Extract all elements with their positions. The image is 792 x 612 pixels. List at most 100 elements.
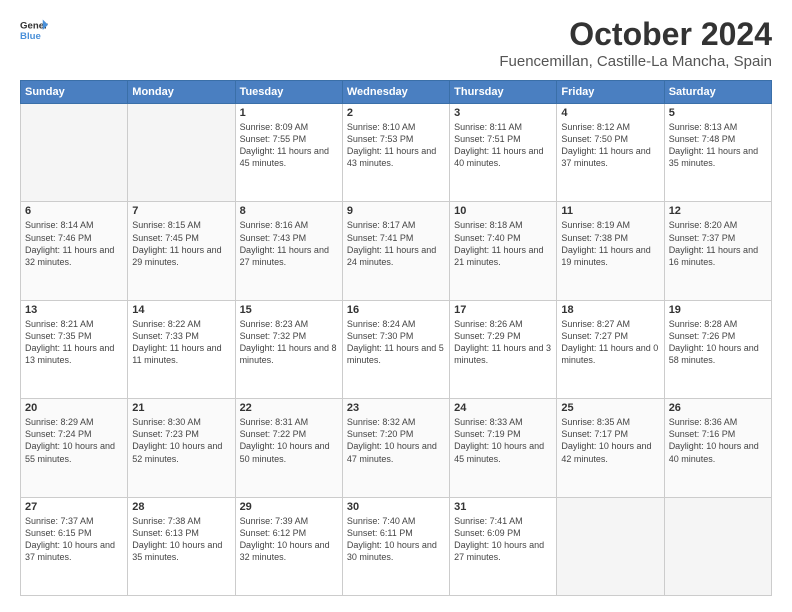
week-row-1: 1 Sunrise: 8:09 AM Sunset: 7:55 PM Daylig… xyxy=(21,104,772,202)
day-number: 2 xyxy=(347,107,445,119)
calendar-cell: 20 Sunrise: 8:29 AM Sunset: 7:24 PM Dayli… xyxy=(21,399,128,497)
calendar-cell: 6Sunrise: 8:14 AM Sunset: 7:46 PM Daylig… xyxy=(21,202,128,300)
day-info: Sunrise: 8:18 AM Sunset: 7:40 PM Dayligh… xyxy=(454,219,552,268)
calendar-cell: 30 Sunrise: 7:40 AM Sunset: 6:11 PM Dayli… xyxy=(342,497,449,595)
day-info: Sunrise: 8:12 AM Sunset: 7:50 PM Dayligh… xyxy=(561,121,659,170)
calendar-cell: 14Sunrise: 8:22 AM Sunset: 7:33 PM Dayli… xyxy=(128,300,235,398)
month-title: October 2024 xyxy=(499,16,772,53)
day-number: 17 xyxy=(454,304,552,316)
day-number: 26 xyxy=(669,402,767,414)
calendar-cell xyxy=(664,497,771,595)
calendar-cell: 24 Sunrise: 8:33 AM Sunset: 7:19 PM Dayli… xyxy=(450,399,557,497)
calendar-cell: 16 Sunrise: 8:24 AM Sunset: 7:30 PM Dayli… xyxy=(342,300,449,398)
calendar-cell: 8Sunrise: 8:16 AM Sunset: 7:43 PM Daylig… xyxy=(235,202,342,300)
calendar-cell: 7Sunrise: 8:15 AM Sunset: 7:45 PM Daylig… xyxy=(128,202,235,300)
logo: General Blue xyxy=(20,16,48,44)
day-info: Sunrise: 8:11 AM Sunset: 7:51 PM Dayligh… xyxy=(454,121,552,170)
day-info: Sunrise: 8:30 AM Sunset: 7:23 PM Dayligh… xyxy=(132,416,230,465)
calendar-cell: 31 Sunrise: 7:41 AM Sunset: 6:09 PM Dayli… xyxy=(450,497,557,595)
calendar-cell: 26 Sunrise: 8:36 AM Sunset: 7:16 PM Dayli… xyxy=(664,399,771,497)
calendar-cell: 29 Sunrise: 7:39 AM Sunset: 6:12 PM Dayli… xyxy=(235,497,342,595)
day-info: Sunrise: 8:13 AM Sunset: 7:48 PM Dayligh… xyxy=(669,121,767,170)
calendar-cell: 9Sunrise: 8:17 AM Sunset: 7:41 PM Daylig… xyxy=(342,202,449,300)
calendar-cell: 4 Sunrise: 8:12 AM Sunset: 7:50 PM Daylig… xyxy=(557,104,664,202)
day-number: 5 xyxy=(669,107,767,119)
day-info: Sunrise: 8:09 AM Sunset: 7:55 PM Dayligh… xyxy=(240,121,338,170)
day-number: 23 xyxy=(347,402,445,414)
col-wednesday: Wednesday xyxy=(342,81,449,104)
day-number: 21 xyxy=(132,402,230,414)
day-info: Sunrise: 8:35 AM Sunset: 7:17 PM Dayligh… xyxy=(561,416,659,465)
day-info: Sunrise: 8:21 AM Sunset: 7:35 PM Dayligh… xyxy=(25,318,123,367)
day-number: 24 xyxy=(454,402,552,414)
svg-text:Blue: Blue xyxy=(20,31,41,42)
day-number: 14 xyxy=(132,304,230,316)
day-number: 27 xyxy=(25,501,123,513)
calendar-cell: 12 Sunrise: 8:20 AM Sunset: 7:37 PM Dayli… xyxy=(664,202,771,300)
day-info: Sunrise: 8:14 AM Sunset: 7:46 PM Dayligh… xyxy=(25,219,123,268)
day-info: Sunrise: 8:36 AM Sunset: 7:16 PM Dayligh… xyxy=(669,416,767,465)
calendar-cell xyxy=(557,497,664,595)
calendar-cell: 1 Sunrise: 8:09 AM Sunset: 7:55 PM Daylig… xyxy=(235,104,342,202)
calendar-header-row: Sunday Monday Tuesday Wednesday Thursday… xyxy=(21,81,772,104)
calendar-cell: 23 Sunrise: 8:32 AM Sunset: 7:20 PM Dayli… xyxy=(342,399,449,497)
calendar-cell: 11 Sunrise: 8:19 AM Sunset: 7:38 PM Dayli… xyxy=(557,202,664,300)
day-info: Sunrise: 8:20 AM Sunset: 7:37 PM Dayligh… xyxy=(669,219,767,268)
day-number: 9 xyxy=(347,205,445,217)
day-info: Sunrise: 7:40 AM Sunset: 6:11 PM Dayligh… xyxy=(347,515,445,564)
calendar-cell: 13 Sunrise: 8:21 AM Sunset: 7:35 PM Dayli… xyxy=(21,300,128,398)
day-info: Sunrise: 8:23 AM Sunset: 7:32 PM Dayligh… xyxy=(240,318,338,367)
calendar-cell: 2Sunrise: 8:10 AM Sunset: 7:53 PM Daylig… xyxy=(342,104,449,202)
day-number: 25 xyxy=(561,402,659,414)
day-info: Sunrise: 8:15 AM Sunset: 7:45 PM Dayligh… xyxy=(132,219,230,268)
week-row-5: 27 Sunrise: 7:37 AM Sunset: 6:15 PM Dayli… xyxy=(21,497,772,595)
col-saturday: Saturday xyxy=(664,81,771,104)
calendar-cell: 21 Sunrise: 8:30 AM Sunset: 7:23 PM Dayli… xyxy=(128,399,235,497)
day-number: 30 xyxy=(347,501,445,513)
calendar-cell: 10Sunrise: 8:18 AM Sunset: 7:40 PM Dayli… xyxy=(450,202,557,300)
calendar-cell: 15Sunrise: 8:23 AM Sunset: 7:32 PM Dayli… xyxy=(235,300,342,398)
col-sunday: Sunday xyxy=(21,81,128,104)
calendar-cell xyxy=(21,104,128,202)
col-tuesday: Tuesday xyxy=(235,81,342,104)
day-number: 19 xyxy=(669,304,767,316)
day-info: Sunrise: 8:32 AM Sunset: 7:20 PM Dayligh… xyxy=(347,416,445,465)
calendar-cell xyxy=(128,104,235,202)
day-info: Sunrise: 7:37 AM Sunset: 6:15 PM Dayligh… xyxy=(25,515,123,564)
day-info: Sunrise: 7:41 AM Sunset: 6:09 PM Dayligh… xyxy=(454,515,552,564)
day-number: 28 xyxy=(132,501,230,513)
col-friday: Friday xyxy=(557,81,664,104)
week-row-2: 6Sunrise: 8:14 AM Sunset: 7:46 PM Daylig… xyxy=(21,202,772,300)
day-number: 29 xyxy=(240,501,338,513)
calendar-cell: 25 Sunrise: 8:35 AM Sunset: 7:17 PM Dayli… xyxy=(557,399,664,497)
day-info: Sunrise: 8:29 AM Sunset: 7:24 PM Dayligh… xyxy=(25,416,123,465)
calendar-cell: 28 Sunrise: 7:38 AM Sunset: 6:13 PM Dayli… xyxy=(128,497,235,595)
day-info: Sunrise: 8:27 AM Sunset: 7:27 PM Dayligh… xyxy=(561,318,659,367)
calendar-cell: 17Sunrise: 8:26 AM Sunset: 7:29 PM Dayli… xyxy=(450,300,557,398)
day-info: Sunrise: 8:16 AM Sunset: 7:43 PM Dayligh… xyxy=(240,219,338,268)
day-info: Sunrise: 8:24 AM Sunset: 7:30 PM Dayligh… xyxy=(347,318,445,367)
calendar-cell: 18Sunrise: 8:27 AM Sunset: 7:27 PM Dayli… xyxy=(557,300,664,398)
day-number: 4 xyxy=(561,107,659,119)
day-info: Sunrise: 8:33 AM Sunset: 7:19 PM Dayligh… xyxy=(454,416,552,465)
day-info: Sunrise: 8:19 AM Sunset: 7:38 PM Dayligh… xyxy=(561,219,659,268)
calendar-cell: 19Sunrise: 8:28 AM Sunset: 7:26 PM Dayli… xyxy=(664,300,771,398)
page: General Blue October 2024 Fuencemillan, … xyxy=(0,0,792,612)
day-info: Sunrise: 7:38 AM Sunset: 6:13 PM Dayligh… xyxy=(132,515,230,564)
header: General Blue October 2024 Fuencemillan, … xyxy=(20,16,772,70)
day-info: Sunrise: 7:39 AM Sunset: 6:12 PM Dayligh… xyxy=(240,515,338,564)
day-number: 13 xyxy=(25,304,123,316)
day-info: Sunrise: 8:31 AM Sunset: 7:22 PM Dayligh… xyxy=(240,416,338,465)
location-title: Fuencemillan, Castille-La Mancha, Spain xyxy=(499,53,772,70)
day-number: 12 xyxy=(669,205,767,217)
day-number: 1 xyxy=(240,107,338,119)
day-number: 11 xyxy=(561,205,659,217)
day-number: 31 xyxy=(454,501,552,513)
week-row-4: 20 Sunrise: 8:29 AM Sunset: 7:24 PM Dayli… xyxy=(21,399,772,497)
day-number: 16 xyxy=(347,304,445,316)
calendar-cell: 27 Sunrise: 7:37 AM Sunset: 6:15 PM Dayli… xyxy=(21,497,128,595)
col-thursday: Thursday xyxy=(450,81,557,104)
day-number: 20 xyxy=(25,402,123,414)
week-row-3: 13 Sunrise: 8:21 AM Sunset: 7:35 PM Dayli… xyxy=(21,300,772,398)
day-number: 22 xyxy=(240,402,338,414)
